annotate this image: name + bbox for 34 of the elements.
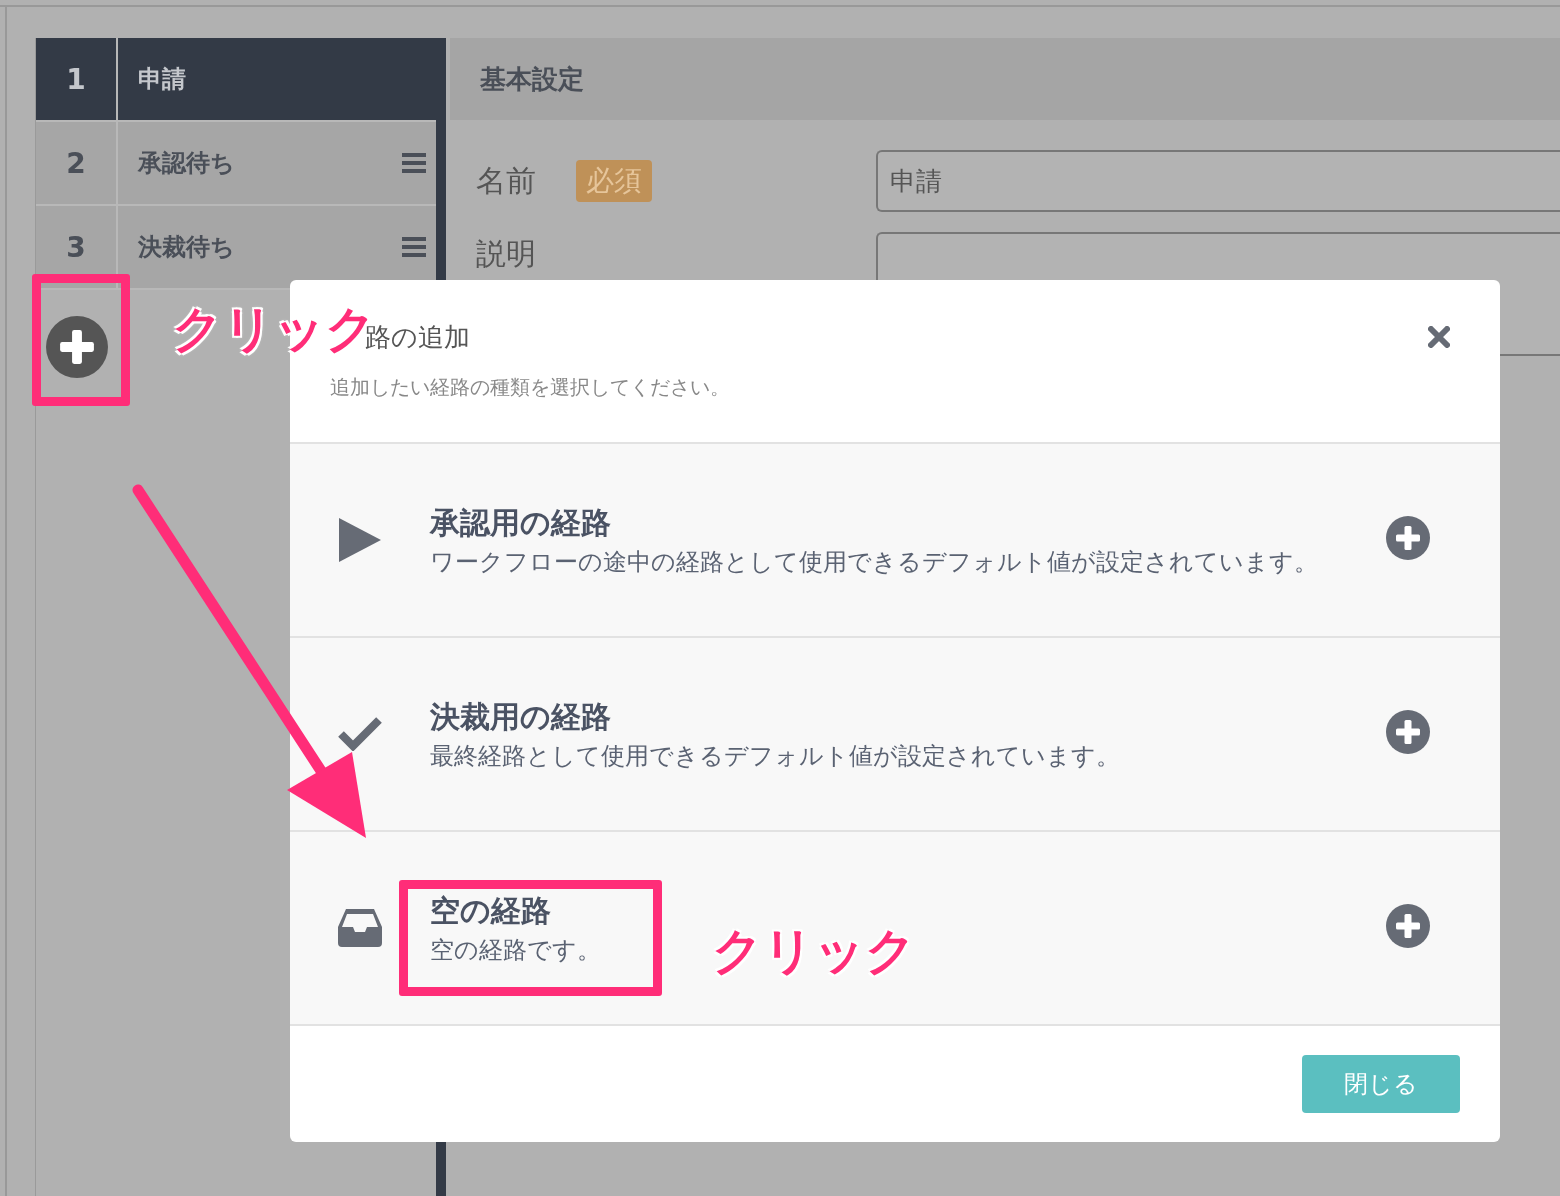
step-number: 3 [36, 206, 118, 288]
option-description: 最終経路として使用できるデフォルト値が設定されています。 [430, 740, 1120, 772]
route-option[interactable]: 承認用の経路 ワークフローの途中の経路として使用できるデフォルト値が設定されています。 [290, 444, 1500, 638]
field-label: 名前 [476, 161, 536, 200]
dialog-subtitle: 追加したい経路の種類を選択してください。 [330, 374, 730, 401]
play-icon [339, 518, 381, 562]
option-description: ワークフローの途中の経路として使用できるデフォルト値が設定されています。 [430, 546, 1318, 578]
step-item[interactable]: 1 申請 [36, 38, 437, 122]
step-item[interactable]: 3 決裁待ち [36, 206, 437, 290]
option-title: 承認用の経路 [430, 503, 611, 542]
inbox-icon [338, 909, 382, 947]
step-number: 1 [36, 38, 118, 120]
field-label: 説明 [476, 235, 536, 273]
step-name: 申請 [137, 64, 187, 95]
add-icon[interactable] [1386, 710, 1430, 754]
step-name: 決裁待ち [137, 232, 236, 263]
text-field[interactable]: 申請 [876, 150, 1560, 212]
step-number: 2 [36, 122, 118, 204]
step-name: 承認待ち [136, 148, 236, 179]
route-option[interactable]: 決裁用の経路 最終経路として使用できるデフォルト値が設定されています。 [290, 638, 1500, 832]
add-icon[interactable] [46, 316, 108, 378]
close-icon[interactable] [1428, 326, 1450, 348]
add-icon[interactable] [1386, 516, 1430, 560]
menu-icon[interactable] [402, 153, 427, 173]
option-description: 空の経路です。 [430, 934, 601, 966]
required-badge: 必須 [576, 160, 652, 202]
section-title: 基本設定 [450, 38, 1560, 120]
menu-icon[interactable] [402, 237, 427, 257]
option-title: 空の経路 [430, 891, 551, 930]
option-title: 決裁用の経路 [430, 697, 611, 736]
add-icon[interactable] [1386, 904, 1430, 948]
check-icon [338, 717, 382, 751]
callout-text: クリック [712, 921, 916, 982]
step-item[interactable]: 2 承認待ち [36, 122, 437, 206]
